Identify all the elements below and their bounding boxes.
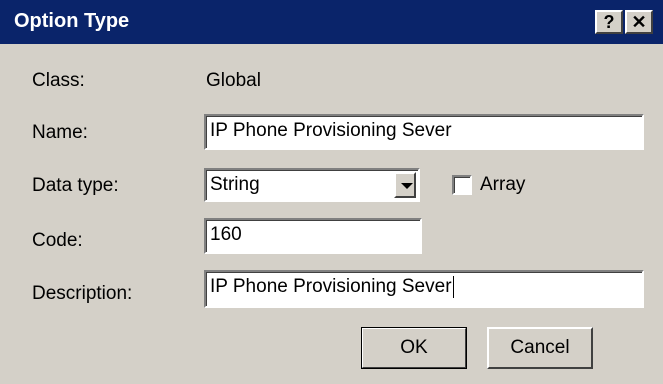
data-type-label: Data type: [32, 175, 119, 196]
window-title: Option Type [14, 10, 130, 32]
close-icon: ✕ [631, 12, 647, 32]
class-label: Class: [32, 70, 85, 91]
question-mark-icon: ? [603, 12, 615, 32]
data-type-select[interactable]: String [204, 168, 420, 202]
ok-button[interactable]: OK [361, 327, 467, 369]
title-bar: Option Type ? ✕ [0, 0, 663, 44]
code-field-value: 160 [210, 224, 242, 245]
class-value: Global [206, 70, 261, 91]
description-field-value: IP Phone Provisioning Sever [210, 276, 452, 297]
name-label: Name: [32, 122, 88, 143]
code-field[interactable]: 160 [204, 218, 422, 254]
chevron-down-icon [401, 183, 413, 189]
name-field[interactable]: IP Phone Provisioning Sever [204, 114, 644, 150]
array-checkbox-label: Array [480, 174, 526, 195]
code-label: Code: [32, 230, 83, 251]
data-type-selected-value: String [210, 174, 260, 195]
text-cursor [452, 275, 454, 298]
array-checkbox[interactable] [452, 175, 472, 195]
name-field-value: IP Phone Provisioning Sever [210, 120, 452, 141]
help-button[interactable]: ? [595, 10, 623, 34]
description-field[interactable]: IP Phone Provisioning Sever [204, 270, 644, 308]
close-button[interactable]: ✕ [625, 10, 653, 34]
dropdown-button[interactable] [394, 172, 416, 198]
description-label: Description: [32, 283, 133, 304]
cancel-button[interactable]: Cancel [487, 327, 593, 369]
